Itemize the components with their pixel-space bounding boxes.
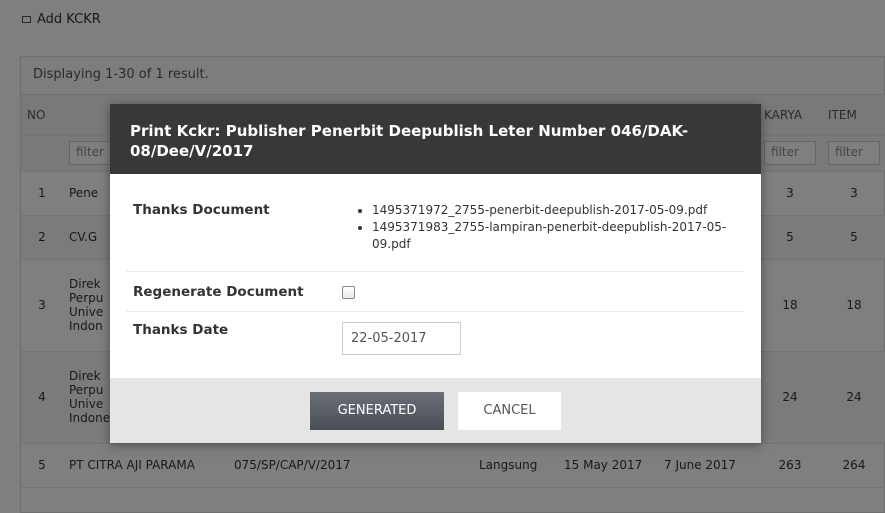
document-link[interactable]: 1495371983_2755-lampiran-penerbit-deepub… xyxy=(372,219,742,253)
document-link[interactable]: 1495371972_2755-penerbit-deepublish-2017… xyxy=(372,202,742,219)
thanks-date-label: Thanks Date xyxy=(133,322,229,338)
generated-button[interactable]: GENERATED xyxy=(310,391,444,430)
cancel-button[interactable]: CANCEL xyxy=(458,391,561,430)
regenerate-row: Regenerate Document xyxy=(127,272,744,312)
dialog-title: Print Kckr: Publisher Penerbit Deepublis… xyxy=(110,104,761,174)
dialog-footer: GENERATED CANCEL xyxy=(110,378,761,443)
thanks-date-row: Thanks Date 22-05-2017 xyxy=(127,312,744,362)
print-kckr-dialog: Print Kckr: Publisher Penerbit Deepublis… xyxy=(110,104,761,443)
regenerate-checkbox[interactable] xyxy=(342,286,355,299)
thanks-document-row: Thanks Document 1495371972_2755-penerbit… xyxy=(127,174,744,272)
thanks-document-label: Thanks Document xyxy=(133,202,270,218)
document-list: 1495371972_2755-penerbit-deepublish-2017… xyxy=(342,202,742,271)
dialog-body: Thanks Document 1495371972_2755-penerbit… xyxy=(110,174,761,378)
regenerate-label: Regenerate Document xyxy=(133,284,304,300)
thanks-date-input[interactable]: 22-05-2017 xyxy=(342,322,461,355)
